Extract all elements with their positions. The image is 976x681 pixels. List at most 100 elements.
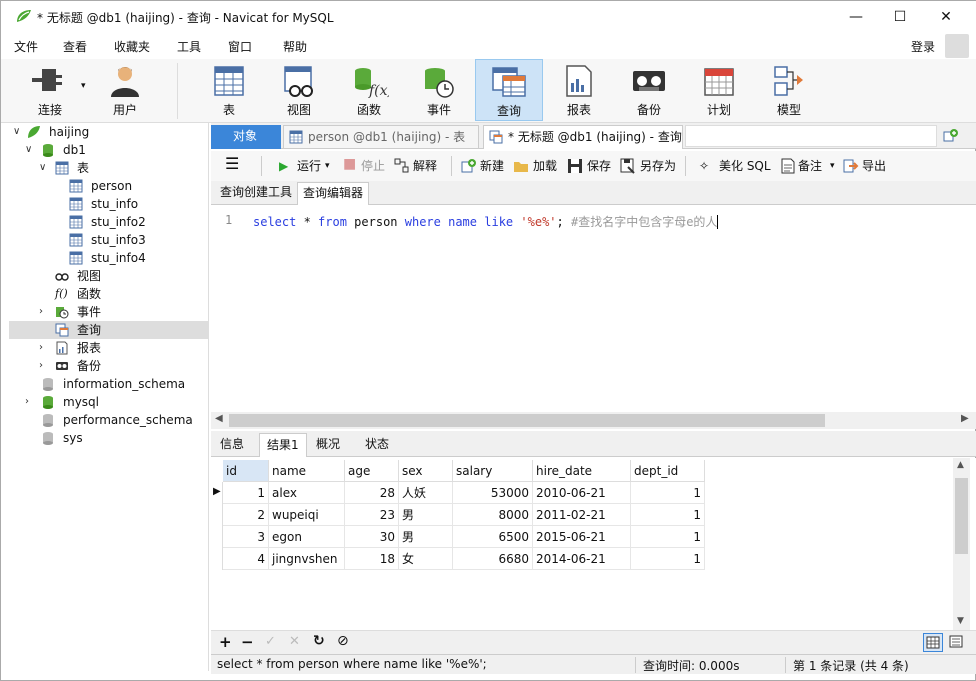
grid-cell[interactable]: alex [269, 482, 345, 504]
column-header-sex[interactable]: sex [399, 460, 453, 482]
grid-cell[interactable]: 2010-06-21 [533, 482, 631, 504]
avatar[interactable] [945, 34, 969, 58]
grid-cell[interactable]: 30 [345, 526, 399, 548]
tree-tables-node[interactable]: ∨ 表 [9, 159, 209, 177]
tree-database-information-schema[interactable]: information_schema [9, 375, 209, 393]
grid-cell[interactable]: 男 [399, 526, 453, 548]
form-view-icon[interactable] [947, 633, 967, 652]
grid-cell[interactable]: jingnvshen [269, 548, 345, 570]
grid-cell[interactable]: egon [269, 526, 345, 548]
note-button[interactable]: 备注 [798, 158, 822, 176]
grid-cell[interactable]: 2011-02-21 [533, 504, 631, 526]
grid-cell[interactable]: 人妖 [399, 482, 453, 504]
menu-favorites[interactable]: 收藏夹 [114, 38, 150, 55]
toolbar-report-button[interactable]: 报表 [545, 59, 613, 121]
toolbar-function-button[interactable]: f(x) 函数 [335, 59, 403, 121]
stop-button[interactable]: 停止 [361, 158, 385, 176]
tree-database-sys[interactable]: sys [9, 429, 209, 447]
column-header-id[interactable]: id [223, 460, 269, 482]
save-button[interactable]: 保存 [587, 158, 611, 176]
tree-views-node[interactable]: 视图 [9, 267, 209, 285]
close-button[interactable]: ✕ [923, 1, 969, 32]
refresh-button[interactable]: ↻ [313, 633, 325, 649]
tree-events-node[interactable]: › 事件 [9, 303, 209, 321]
tab-profile[interactable]: 概况 [309, 433, 347, 457]
grid-cell[interactable]: 1 [631, 548, 705, 570]
apply-changes-button[interactable]: ✓ [265, 634, 276, 649]
run-dropdown-icon[interactable]: ▾ [325, 158, 330, 176]
tab-result1[interactable]: 结果1 [259, 433, 307, 457]
tree-reports-node[interactable]: › 报表 [9, 339, 209, 357]
grid-cell[interactable]: 23 [345, 504, 399, 526]
scroll-right-icon[interactable]: ▶ [961, 413, 969, 424]
tree-table-stu-info4[interactable]: stu_info4 [9, 249, 209, 267]
toolbar-model-button[interactable]: 模型 [755, 59, 823, 121]
toolbar-query-button[interactable]: 查询 [475, 59, 543, 121]
tree-connection-haijing[interactable]: ∨ haijing [9, 123, 209, 141]
tree-database-db1[interactable]: ∨ db1 [9, 141, 209, 159]
run-button[interactable]: 运行 [297, 158, 321, 176]
column-header-hire-date[interactable]: hire_date [533, 460, 631, 482]
grid-cell[interactable]: 1 [223, 482, 269, 504]
new-tab-add-icon[interactable] [943, 128, 959, 144]
expand-arrow-icon[interactable]: › [39, 339, 43, 357]
tab-query-builder[interactable]: 查询创建工具 [215, 182, 297, 205]
toolbar-schedule-button[interactable]: 计划 [685, 59, 753, 121]
toolbar-event-button[interactable]: 事件 [405, 59, 473, 121]
row-selector-column[interactable] [211, 482, 223, 570]
connection-dropdown-icon[interactable]: ▾ [81, 81, 86, 91]
tree-functions-node[interactable]: f() 函数 [9, 285, 209, 303]
grid-cell[interactable]: 2 [223, 504, 269, 526]
tab-objects[interactable]: 对象 [211, 125, 281, 149]
menu-view[interactable]: 查看 [63, 38, 87, 55]
tab-person-table[interactable]: person @db1 (haijing) - 表 [283, 125, 479, 149]
new-button[interactable]: 新建 [480, 158, 504, 176]
tab-query-editor[interactable]: 查询编辑器 [297, 182, 370, 205]
grid-cell[interactable]: 男 [399, 504, 453, 526]
tab-status[interactable]: 状态 [358, 433, 396, 457]
collapse-arrow-icon[interactable]: ∨ [13, 123, 20, 141]
explain-button[interactable]: 解释 [413, 158, 437, 176]
scroll-thumb[interactable] [229, 414, 825, 427]
menu-tools[interactable]: 工具 [177, 38, 201, 55]
toolbar-backup-button[interactable]: 备份 [615, 59, 683, 121]
tree-database-performance-schema[interactable]: performance_schema [9, 411, 209, 429]
toolbar-user-button[interactable]: 用户 [91, 59, 159, 121]
grid-view-icon[interactable] [923, 633, 943, 652]
scroll-up-icon[interactable]: ▲ [957, 460, 964, 470]
save-as-button[interactable]: 另存为 [640, 158, 676, 176]
scroll-left-icon[interactable]: ◀ [215, 413, 223, 424]
scroll-down-icon[interactable]: ▼ [957, 616, 964, 626]
sql-code-line[interactable]: select * from person where name like '%e… [253, 213, 719, 230]
hamburger-menu-icon[interactable]: ☰ [225, 156, 239, 174]
column-header-age[interactable]: age [345, 460, 399, 482]
column-header-dept-id[interactable]: dept_id [631, 460, 705, 482]
add-record-button[interactable]: + [219, 633, 232, 651]
grid-cell[interactable]: 1 [631, 504, 705, 526]
grid-cell[interactable]: 女 [399, 548, 453, 570]
column-header-salary[interactable]: salary [453, 460, 533, 482]
expand-arrow-icon[interactable]: › [39, 357, 43, 375]
tree-table-stu-info[interactable]: stu_info [9, 195, 209, 213]
login-link[interactable]: 登录 [911, 38, 935, 55]
beautify-sql-button[interactable]: 美化 SQL [719, 158, 771, 176]
sql-editor[interactable]: 1 select * from person where name like '… [211, 205, 976, 412]
grid-cell[interactable]: 3 [223, 526, 269, 548]
editor-horizontal-scrollbar[interactable]: ◀ ▶ [211, 412, 976, 429]
toolbar-connection-button[interactable]: 连接 [16, 59, 84, 121]
tab-info[interactable]: 信息 [213, 433, 251, 457]
tab-untitled-query[interactable]: * 无标题 @db1 (haijing) - 查询 [483, 125, 683, 149]
delete-record-button[interactable]: − [241, 633, 254, 651]
grid-cell[interactable]: 4 [223, 548, 269, 570]
menu-window[interactable]: 窗口 [228, 38, 252, 55]
expand-arrow-icon[interactable]: › [25, 393, 29, 411]
scroll-thumb[interactable] [955, 478, 968, 554]
grid-cell[interactable]: wupeiqi [269, 504, 345, 526]
tree-database-mysql[interactable]: › mysql [9, 393, 209, 411]
grid-cell[interactable]: 2015-06-21 [533, 526, 631, 548]
discard-changes-button[interactable]: ✕ [289, 634, 300, 649]
column-header-name[interactable]: name [269, 460, 345, 482]
grid-vertical-scrollbar[interactable]: ▲ ▼ [953, 458, 970, 630]
tree-queries-node[interactable]: 查询 [9, 321, 209, 339]
grid-cell[interactable]: 2014-06-21 [533, 548, 631, 570]
